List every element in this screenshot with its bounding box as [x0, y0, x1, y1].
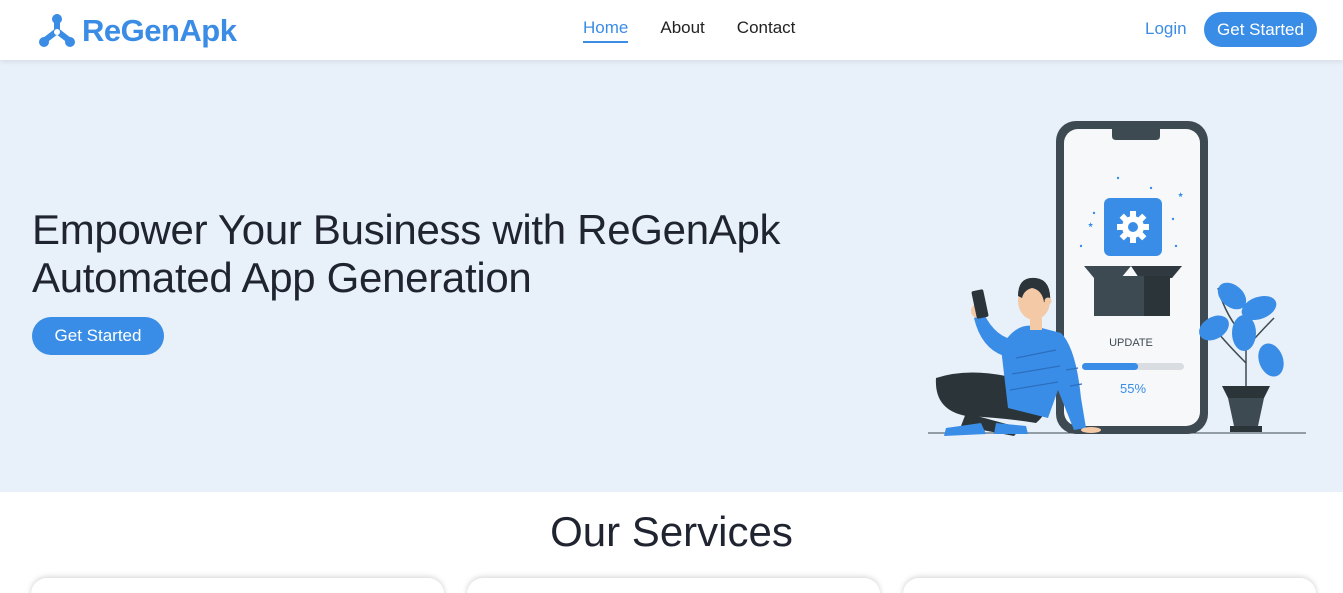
hero-title-line-2: Automated App Generation	[32, 254, 532, 301]
service-card[interactable]	[467, 578, 880, 593]
login-link[interactable]: Login	[1145, 19, 1187, 39]
hero-section: Empower Your Business with ReGenApk Auto…	[0, 60, 1343, 492]
tri-ring-logo-icon	[39, 14, 75, 47]
top-navbar: ReGenApk Home About Contact Login Get St…	[0, 0, 1343, 60]
header-get-started-button[interactable]: Get Started	[1204, 12, 1317, 47]
brand-name: ReGenApk	[82, 13, 237, 48]
app-update-illustration: UPDATE 55%	[928, 121, 1306, 436]
main-nav: Home About Contact	[583, 18, 827, 43]
update-label: UPDATE	[1109, 337, 1153, 349]
hero-title: Empower Your Business with ReGenApk Auto…	[32, 206, 892, 302]
plant-decoration	[1199, 282, 1284, 432]
hero-title-line-1: Empower Your Business with ReGenApk	[32, 206, 781, 253]
nav-home-link[interactable]: Home	[583, 18, 629, 43]
service-card[interactable]	[903, 578, 1316, 593]
hero-get-started-button[interactable]: Get Started	[32, 317, 164, 355]
service-card[interactable]	[31, 578, 444, 593]
nav-about-link[interactable]: About	[660, 18, 704, 43]
update-progress-text: 55%	[1120, 381, 1146, 396]
brand-logo[interactable]: ReGenApk	[36, 11, 237, 51]
nav-contact-link[interactable]: Contact	[737, 18, 796, 43]
update-progress-fill	[1082, 363, 1139, 370]
services-title: Our Services	[550, 508, 793, 555]
